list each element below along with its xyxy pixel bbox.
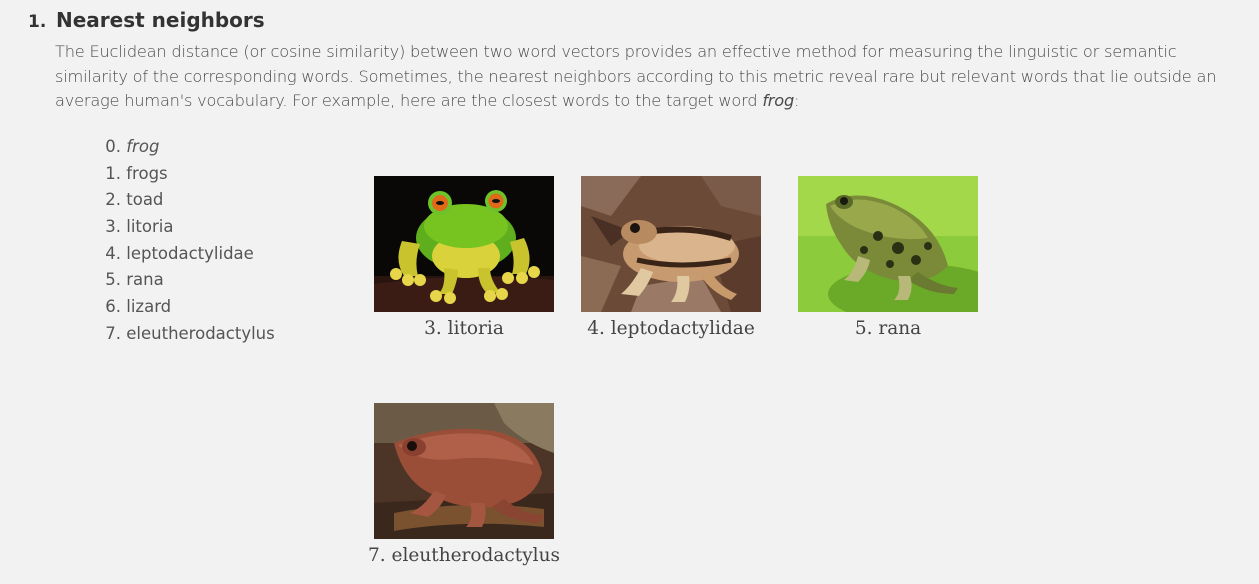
green-tree-frog-photo [374, 176, 554, 312]
neighbor-word: frog [126, 137, 160, 156]
list-item: 7. eleutherodactylus [88, 321, 275, 348]
figure-caption: 5. rana [854, 318, 922, 339]
list-index: 4. [105, 243, 121, 263]
neighbor-word: litoria [126, 217, 174, 237]
figure-caption: 7. eleutherodactylus [368, 545, 560, 566]
list-item: 3. litoria [88, 214, 275, 241]
intro-paragraph: The Euclidean distance (or cosine simila… [55, 40, 1245, 114]
list-index: 7. [105, 323, 121, 343]
brown-striped-frog-photo [581, 176, 761, 312]
neighbor-word: toad [126, 190, 164, 210]
spotted-green-frog-photo [798, 176, 978, 312]
list-index: 0. [105, 137, 121, 156]
figure-caption: 3. litoria [424, 318, 504, 339]
section-title: Nearest neighbors [56, 8, 265, 32]
section-heading: 1. Nearest neighbors [28, 8, 265, 32]
list-item: 5. rana [88, 267, 275, 294]
list-item: 4. leptodactylidae [88, 241, 275, 268]
figure-leptodactylidae: 4. leptodactylidae [581, 176, 761, 340]
section-number: 1. [28, 12, 47, 32]
list-index: 3. [105, 217, 121, 237]
neighbor-word: lizard [126, 297, 172, 317]
neighbor-word: frogs [126, 163, 168, 183]
reddish-brown-frog-photo [374, 403, 554, 539]
list-item: 6. lizard [88, 294, 275, 321]
intro-target-word: frog [762, 91, 795, 110]
neighbor-word: rana [126, 270, 164, 290]
list-index: 6. [105, 297, 121, 317]
intro-text-end: : [794, 91, 800, 110]
figure-eleutherodactylus: 7. eleutherodactylus [368, 403, 560, 567]
list-item: 2. toad [88, 187, 275, 214]
neighbor-word: leptodactylidae [126, 243, 254, 263]
neighbor-list: 0. frog 1. frogs 2. toad 3. litoria 4. l… [88, 134, 275, 348]
neighbor-word: eleutherodactylus [126, 323, 275, 343]
list-index: 5. [105, 270, 121, 290]
figure-rana: 5. rana [798, 176, 978, 340]
list-index: 1. [105, 163, 121, 183]
list-item: 1. frogs [88, 161, 275, 188]
list-index: 2. [105, 190, 121, 210]
figure-litoria: 3. litoria [374, 176, 554, 340]
list-item: 0. frog [88, 134, 275, 161]
figure-caption: 4. leptodactylidae [587, 318, 755, 339]
intro-text: The Euclidean distance (or cosine simila… [55, 42, 1217, 110]
